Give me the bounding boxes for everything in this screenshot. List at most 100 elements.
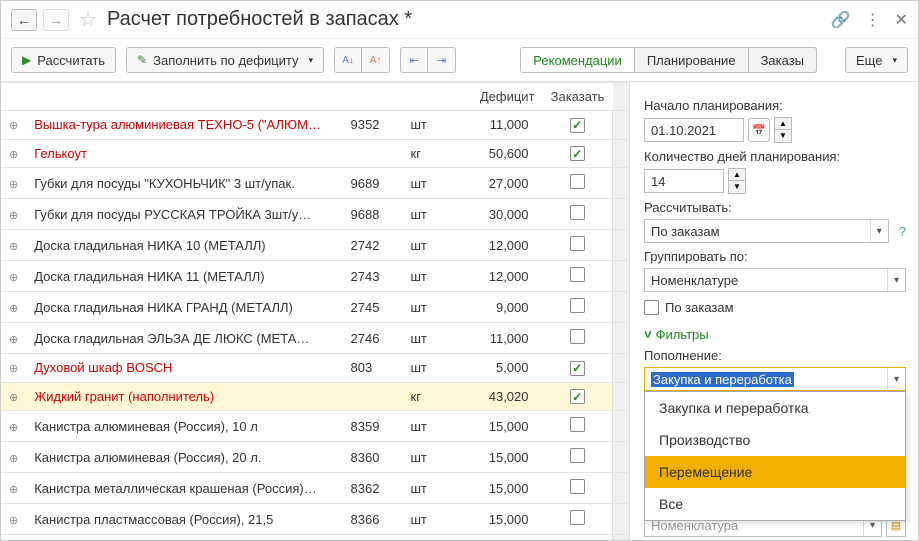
table-row[interactable]: ⊕Вышка-тура алюминиевая ТЕХНО-5 ("АЛЮМ…9… — [1, 111, 629, 140]
expand-icon[interactable]: ⊕ — [9, 149, 18, 161]
order-checkbox[interactable] — [570, 236, 585, 251]
expand-icon[interactable]: ⊕ — [9, 210, 18, 222]
start-date-input[interactable]: 01.10.2021 — [644, 118, 744, 142]
nav-forward-button[interactable]: → — [43, 9, 69, 31]
order-checkbox[interactable] — [570, 389, 585, 404]
dropdown-option[interactable]: Закупка и переработка — [645, 392, 905, 424]
calc-combo[interactable]: По заказам ▾ — [644, 219, 889, 243]
table-row[interactable]: ⊕Канистра алюминевая (Россия), 20 л.8360… — [1, 442, 629, 473]
row-deficit: 5,000 — [453, 354, 543, 383]
order-checkbox[interactable] — [570, 298, 585, 313]
calendar-button[interactable]: 📅 — [748, 118, 770, 142]
expand-icon[interactable]: ⊕ — [9, 272, 18, 284]
sort-asc-button[interactable]: A↓ — [334, 47, 362, 73]
table-row[interactable]: ⊕Канистра пластмассовая (Россия), 21,583… — [1, 504, 629, 535]
table-row[interactable]: ⊕Доска гладильная ЭЛЬЗА ДЕ ЛЮКС (МЕТА…27… — [1, 323, 629, 354]
table-row[interactable]: ⊕Духовой шкаф BOSCH803шт5,000 — [1, 354, 629, 383]
chevron-down-icon: ▾ — [887, 269, 899, 291]
expand-icon[interactable]: ⊕ — [9, 515, 18, 527]
more-button[interactable]: Еще▾ — [845, 47, 908, 73]
link-icon[interactable]: 🔗 — [831, 10, 851, 30]
table-row[interactable]: ⊕Губки для посуды "КУХОНЬЧИК" 3 шт/упак.… — [1, 168, 629, 199]
order-checkbox[interactable] — [570, 479, 585, 494]
days-spinner[interactable]: ▲ ▼ — [728, 168, 746, 194]
order-checkbox[interactable] — [570, 417, 585, 432]
row-uom: шт — [403, 230, 453, 261]
favorite-star-icon[interactable]: ☆ — [79, 7, 97, 32]
expand-icon[interactable]: ⊕ — [9, 179, 18, 191]
calc-value: По заказам — [651, 224, 720, 239]
row-code: 8362 — [343, 473, 403, 504]
order-checkbox[interactable] — [570, 448, 585, 463]
tab-orders[interactable]: Заказы — [749, 47, 817, 73]
table-row[interactable]: ⊕Жидкий гранит (наполнитель)кг43,020 — [1, 382, 629, 411]
spin-down-icon[interactable]: ▼ — [775, 130, 791, 142]
table-row[interactable]: ⊕Канистра металлическая крашеная (Россия… — [1, 473, 629, 504]
row-name: Канистра алюминевая (Россия), 10 л — [26, 411, 342, 442]
spin-down-icon[interactable]: ▼ — [729, 181, 745, 193]
tab-recommendations[interactable]: Рекомендации — [520, 47, 635, 73]
expand-icon[interactable]: ⊕ — [9, 392, 18, 404]
expand-icon[interactable]: ⊕ — [9, 120, 18, 132]
expand-icon[interactable]: ⊕ — [9, 241, 18, 253]
order-checkbox[interactable] — [570, 118, 585, 133]
order-checkbox[interactable] — [570, 361, 585, 376]
table-row[interactable]: ⊕Доска гладильная НИКА 11 (МЕТАЛЛ)2743шт… — [1, 261, 629, 292]
order-checkbox[interactable] — [570, 329, 585, 344]
indent-left-button[interactable]: ⇤ — [400, 47, 428, 73]
dropdown-option[interactable]: Все — [645, 488, 905, 520]
order-checkbox[interactable] — [570, 267, 585, 282]
nav-back-button[interactable]: ← — [11, 9, 37, 31]
row-uom: шт — [403, 323, 453, 354]
expand-icon[interactable]: ⊕ — [9, 303, 18, 315]
dropdown-option[interactable]: Производство — [645, 424, 905, 456]
table-row[interactable]: ⊕Канистра пластмассовая (Россия), 31,5 л… — [1, 535, 629, 541]
indent-right-button[interactable]: ⇥ — [428, 47, 456, 73]
order-checkbox[interactable] — [570, 205, 585, 220]
date-spinner[interactable]: ▲ ▼ — [774, 117, 792, 143]
more-vert-icon[interactable]: ⋮ — [865, 10, 881, 30]
table-row[interactable]: ⊕Доска гладильная НИКА ГРАНД (МЕТАЛЛ)274… — [1, 292, 629, 323]
days-label: Количество дней планирования: — [644, 149, 906, 164]
expand-icon[interactable]: ⊕ — [9, 363, 18, 375]
spin-up-icon[interactable]: ▲ — [775, 118, 791, 130]
row-deficit: 12,000 — [453, 261, 543, 292]
help-icon[interactable]: ? — [899, 224, 906, 239]
tab-planning[interactable]: Планирование — [635, 47, 749, 73]
by-orders-checkbox[interactable] — [644, 300, 659, 315]
expand-icon[interactable]: ⊕ — [9, 453, 18, 465]
row-deficit: 15,000 — [453, 442, 543, 473]
page-title: Расчет потребностей в запасах * — [107, 8, 825, 31]
order-checkbox[interactable] — [570, 510, 585, 525]
fill-deficit-label: Заполнить по дефициту — [153, 53, 298, 68]
row-uom: шт — [403, 535, 453, 541]
row-uom: шт — [403, 473, 453, 504]
table-row[interactable]: ⊕Гелькоуткг50,600 — [1, 139, 629, 168]
row-uom: шт — [403, 411, 453, 442]
replenish-combo[interactable]: Закупка и переработка ▾ — [644, 367, 906, 391]
sort-desc-button[interactable]: A↑ — [362, 47, 390, 73]
calc-label: Рассчитывать: — [644, 200, 906, 215]
table-row[interactable]: ⊕Канистра алюминевая (Россия), 10 л8359ш… — [1, 411, 629, 442]
filters-header[interactable]: Фильтры — [644, 327, 906, 342]
order-checkbox[interactable] — [570, 174, 585, 189]
expand-icon[interactable]: ⊕ — [9, 484, 18, 496]
order-checkbox[interactable] — [570, 146, 585, 161]
calculate-button[interactable]: Рассчитать — [11, 47, 116, 73]
group-combo[interactable]: Номенклатуре ▾ — [644, 268, 906, 292]
row-uom: шт — [403, 199, 453, 230]
expand-icon[interactable]: ⊕ — [9, 334, 18, 346]
start-date-label: Начало планирования: — [644, 98, 906, 113]
row-code: 8367 — [343, 535, 403, 541]
row-code: 8360 — [343, 442, 403, 473]
days-input[interactable]: 14 — [644, 169, 724, 193]
close-icon[interactable]: ✕ — [895, 10, 908, 30]
fill-by-deficit-button[interactable]: Заполнить по дефициту▾ — [126, 47, 324, 73]
table-row[interactable]: ⊕Губки для посуды РУССКАЯ ТРОЙКА 3шт/у…9… — [1, 199, 629, 230]
dropdown-option[interactable]: Перемещение — [645, 456, 905, 488]
spin-up-icon[interactable]: ▲ — [729, 169, 745, 181]
table-row[interactable]: ⊕Доска гладильная НИКА 10 (МЕТАЛЛ)2742шт… — [1, 230, 629, 261]
more-label: Еще — [856, 53, 882, 68]
expand-icon[interactable]: ⊕ — [9, 422, 18, 434]
row-deficit: 9,000 — [453, 292, 543, 323]
